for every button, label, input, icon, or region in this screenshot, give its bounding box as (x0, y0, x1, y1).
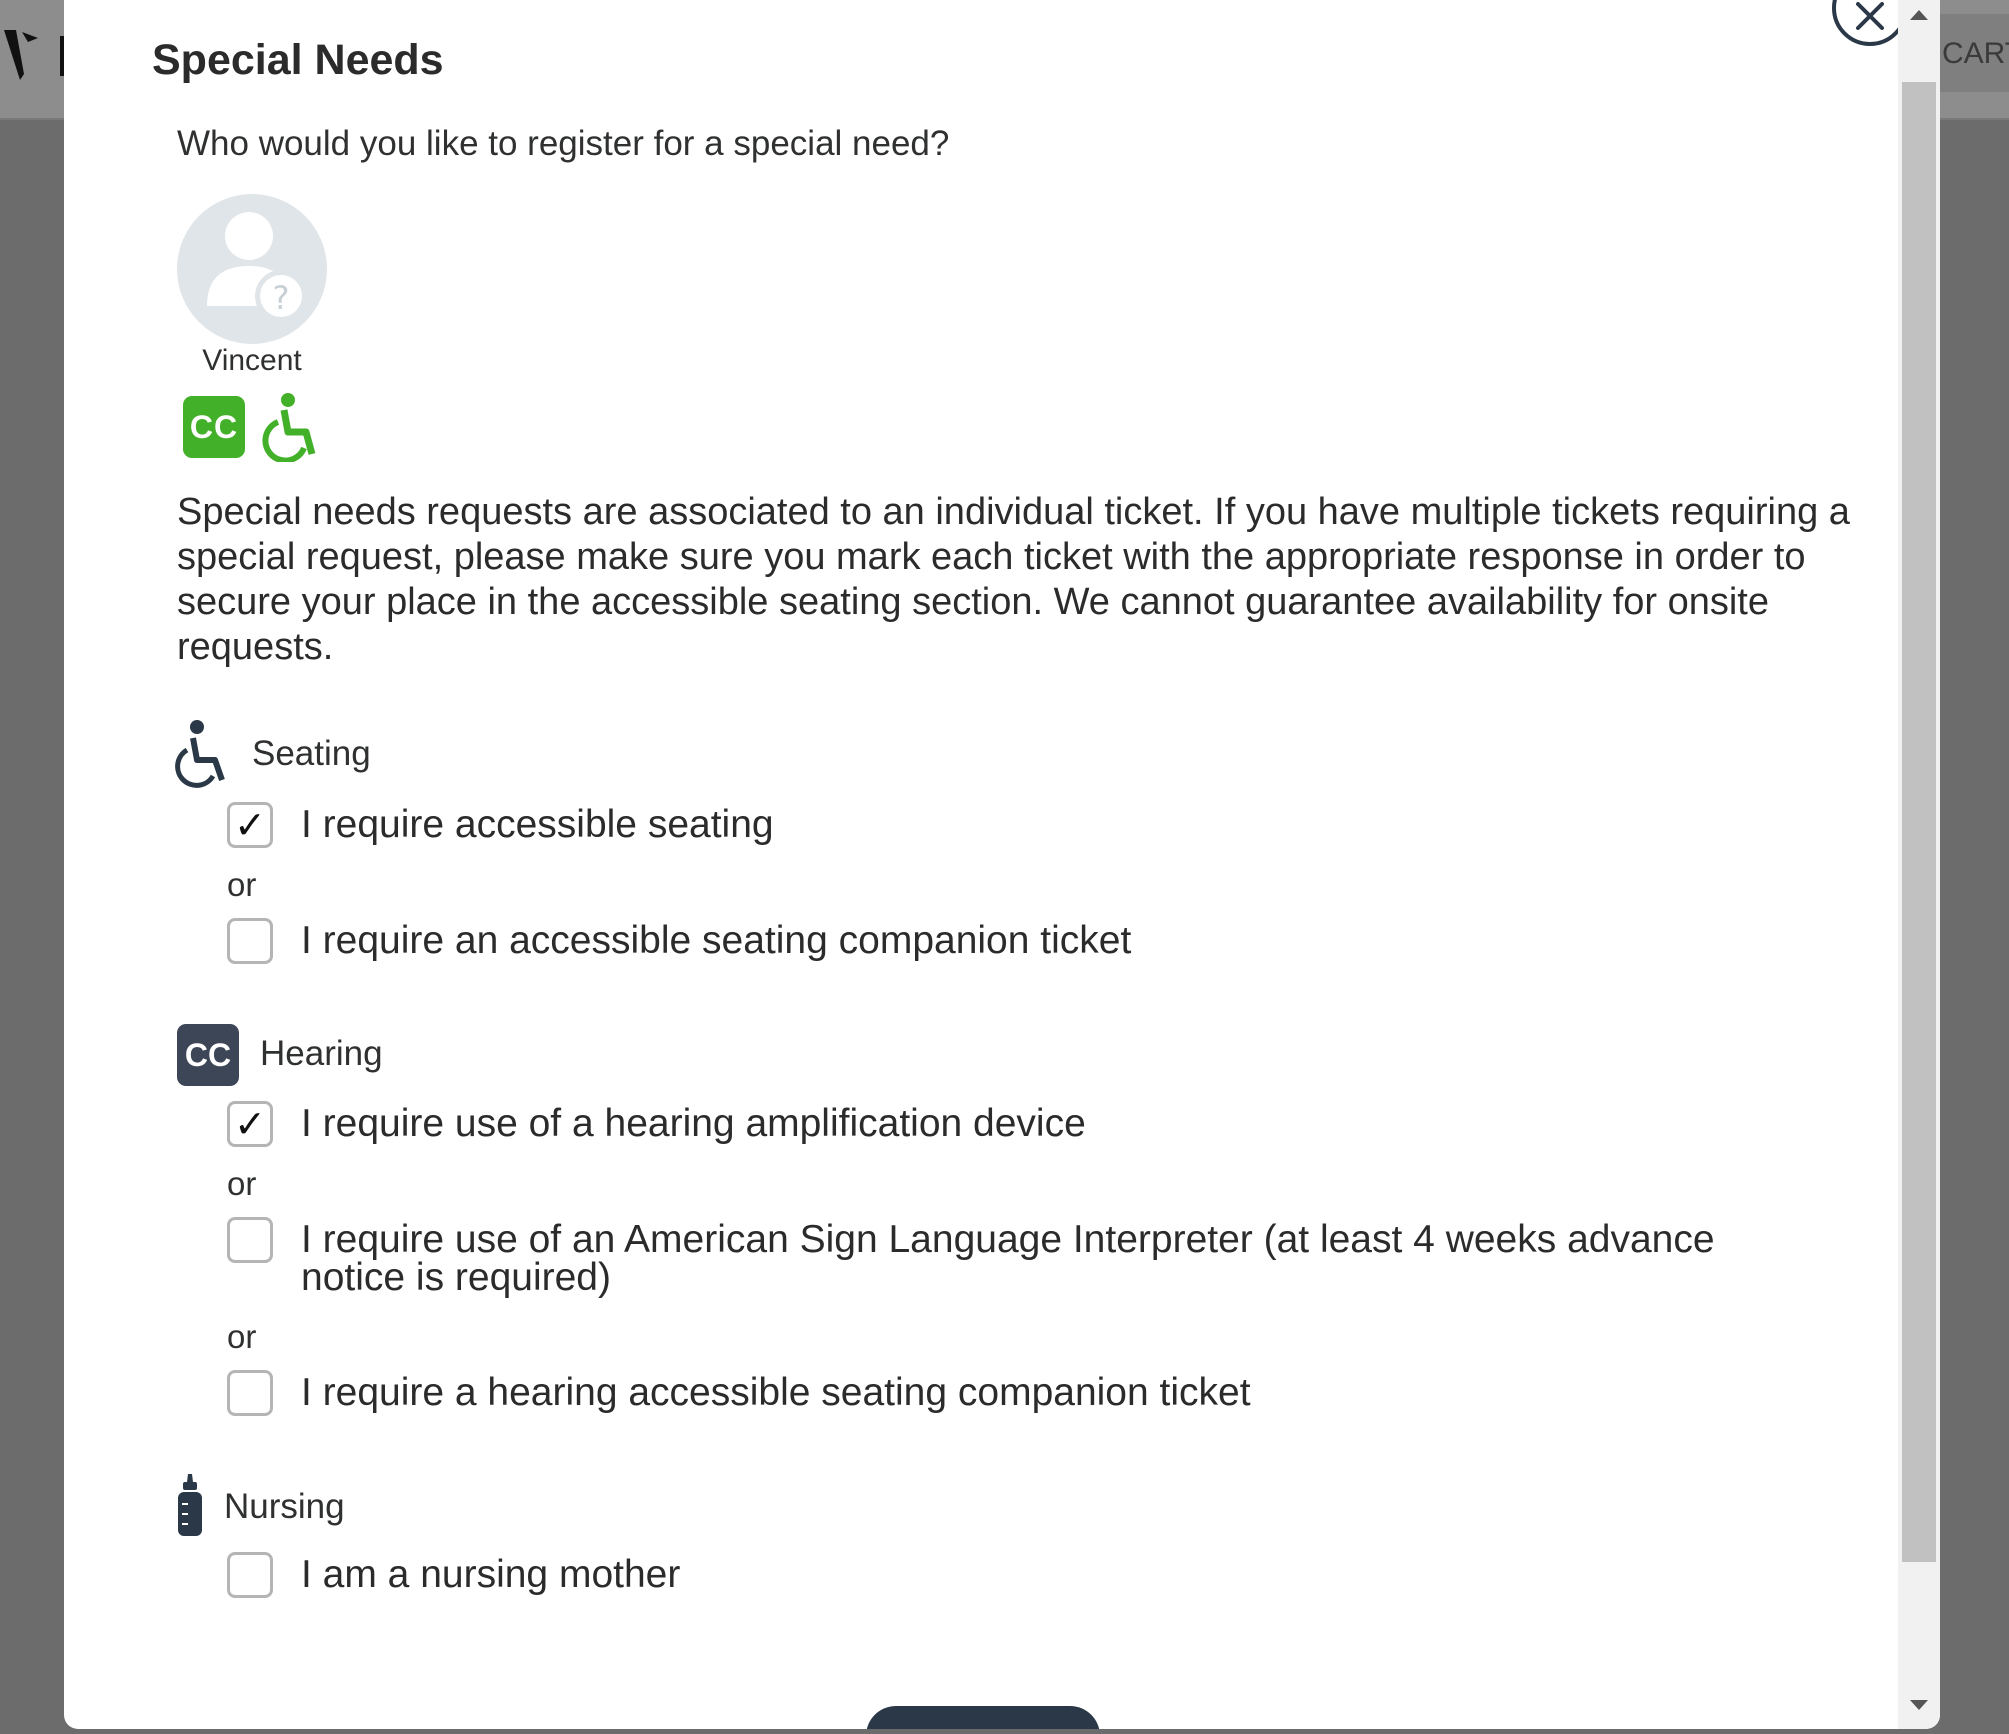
checkbox-nursing-mother[interactable] (227, 1552, 273, 1598)
checkmark-icon: ✓ (234, 1102, 266, 1146)
option-seating-companion[interactable]: I require an accessible seating companio… (227, 918, 1131, 964)
checkbox-seating-companion[interactable] (227, 918, 273, 964)
attendee-name: Vincent (202, 344, 302, 377)
logo-mark-icon (4, 30, 38, 80)
special-needs-modal: Special Needs Who would you like to regi… (64, 0, 1940, 1729)
close-icon (1856, 2, 1884, 30)
or-separator: or (227, 1318, 257, 1355)
checkbox-asl-interpreter[interactable] (227, 1217, 273, 1263)
section-label-seating: Seating (252, 734, 371, 773)
svg-text:?: ? (273, 279, 290, 317)
user-unknown-icon: ? (207, 212, 307, 322)
option-asl-interpreter[interactable]: I require use of an American Sign Langua… (227, 1217, 1807, 1297)
checkbox-accessible-seating[interactable]: ✓ (227, 802, 273, 848)
option-label: I require a hearing accessible seating c… (301, 1371, 1251, 1414)
section-label-nursing: Nursing (224, 1487, 345, 1526)
scroll-down-arrow-icon[interactable] (1898, 1690, 1940, 1720)
close-button[interactable] (1832, 0, 1908, 46)
wheelchair-badge-icon (262, 393, 316, 462)
option-label: I am a nursing mother (301, 1553, 681, 1596)
option-label: I require an accessible seating companio… (301, 919, 1132, 962)
baby-bottle-icon (178, 1474, 202, 1536)
attendee-prompt: Who would you like to register for a spe… (177, 124, 950, 163)
option-nursing-mother[interactable]: I am a nursing mother (227, 1552, 680, 1598)
cc-badge: CC (183, 396, 245, 458)
option-label: I require use of an American Sign Langua… (301, 1218, 1715, 1299)
checkmark-icon: ✓ (234, 803, 266, 847)
cart-button[interactable]: CART (1930, 14, 2009, 92)
section-label-hearing: Hearing (260, 1034, 383, 1073)
option-label: I require accessible seating (301, 803, 774, 846)
option-hearing-amplification[interactable]: ✓ I require use of a hearing amplificati… (227, 1101, 1086, 1147)
scrollbar-thumb[interactable] (1902, 82, 1936, 1562)
modal-title: Special Needs (152, 36, 444, 84)
site-logo (2, 24, 52, 99)
special-needs-info: Special needs requests are associated to… (177, 491, 1850, 668)
scroll-up-arrow-icon[interactable] (1898, 0, 1940, 30)
option-hearing-companion[interactable]: I require a hearing accessible seating c… (227, 1370, 1251, 1416)
checkbox-hearing-companion[interactable] (227, 1370, 273, 1416)
checkbox-hearing-amplification[interactable]: ✓ (227, 1101, 273, 1147)
option-accessible-seating[interactable]: ✓ I require accessible seating (227, 802, 774, 848)
closed-caption-icon: CC (177, 1024, 239, 1086)
attendee-avatar[interactable]: ? (177, 194, 327, 344)
option-label: I require use of a hearing amplification… (301, 1102, 1086, 1145)
or-separator: or (227, 1165, 257, 1202)
submit-button[interactable] (866, 1706, 1100, 1729)
or-separator: or (227, 866, 257, 903)
wheelchair-icon (175, 720, 225, 788)
